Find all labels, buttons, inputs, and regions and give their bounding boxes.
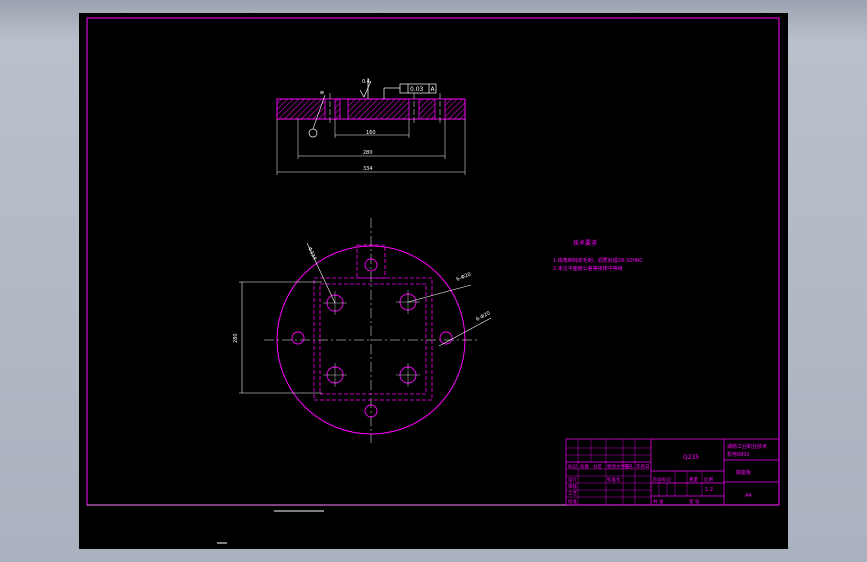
cad-drawing: 0.03 A 0.4 Φ 160 280 334 280 Φ334 6-Φ20 … (86, 17, 780, 544)
tech-req-title: 技术要求 (573, 239, 597, 247)
inner-frame-inner (319, 283, 427, 395)
tb-label-2: 分区 (593, 463, 602, 470)
tb-label-15: 第 张 (689, 498, 700, 505)
tb-class: 机电0801 (727, 451, 750, 458)
tb-label-0: 标记 (568, 463, 577, 470)
tb-label-5: 年月日 (636, 463, 650, 470)
plan-view: 280 Φ334 6-Φ20 6-Φ20 (233, 218, 491, 443)
svg-text:Φ: Φ (319, 90, 326, 96)
dim-334: 334 (363, 166, 373, 172)
tb-label-11: 审核 (568, 483, 577, 490)
dim-dia: Φ334 (306, 246, 317, 261)
datum-circle (308, 128, 318, 138)
tech-req-line1: 1.锐角倒钝去毛刺，调质处理28-32HRC (553, 257, 643, 264)
hole-left (291, 331, 305, 345)
section-hole-mid (339, 98, 349, 120)
tb-scale: 1:2 (705, 487, 713, 493)
dim-160: 160 (366, 130, 376, 136)
tb-label-14: 共 张 (653, 498, 664, 505)
tb-part-name: 底座板 (736, 469, 751, 476)
tolerance-value: 0.03 (410, 86, 424, 93)
tb-school: 湖南工业职业技术 (727, 443, 767, 450)
tb-sheet: A4 (745, 493, 752, 499)
tb-label-12: 工艺 (568, 491, 577, 497)
tb-label-9: 重量 (689, 476, 698, 483)
dim-height: 280 (233, 333, 239, 343)
tb-material: Q235 (683, 454, 699, 461)
drawing-canvas: 0.03 A 0.4 Φ 160 280 334 280 Φ334 6-Φ20 … (79, 13, 788, 549)
dim-hole-b: 6-Φ20 (475, 310, 491, 322)
dim-hole-a: 6-Φ20 (456, 272, 472, 283)
tb-label-10: 比例 (704, 476, 713, 483)
tech-req-line2: 2.未注平面度公差等级按中等级 (553, 265, 623, 272)
tb-label-8: 阶段标记 (653, 476, 671, 483)
tb-label-1: 处数 (580, 463, 589, 470)
dim-280: 280 (363, 150, 373, 156)
tb-label-13: 批准 (568, 498, 577, 505)
tb-label-4: 签名 (624, 463, 633, 470)
roughness-value: 0.4 (362, 79, 370, 85)
tolerance-datum: A (431, 86, 436, 93)
tech-requirements: 技术要求 1.锐角倒钝去毛刺，调质处理28-32HRC 2.未注平面度公差等级按… (553, 239, 643, 272)
section-view: 0.03 A 0.4 Φ 160 280 334 (276, 78, 466, 175)
tb-label-7: 标准化 (607, 476, 621, 483)
tb-label-6: 设计 (568, 476, 577, 483)
